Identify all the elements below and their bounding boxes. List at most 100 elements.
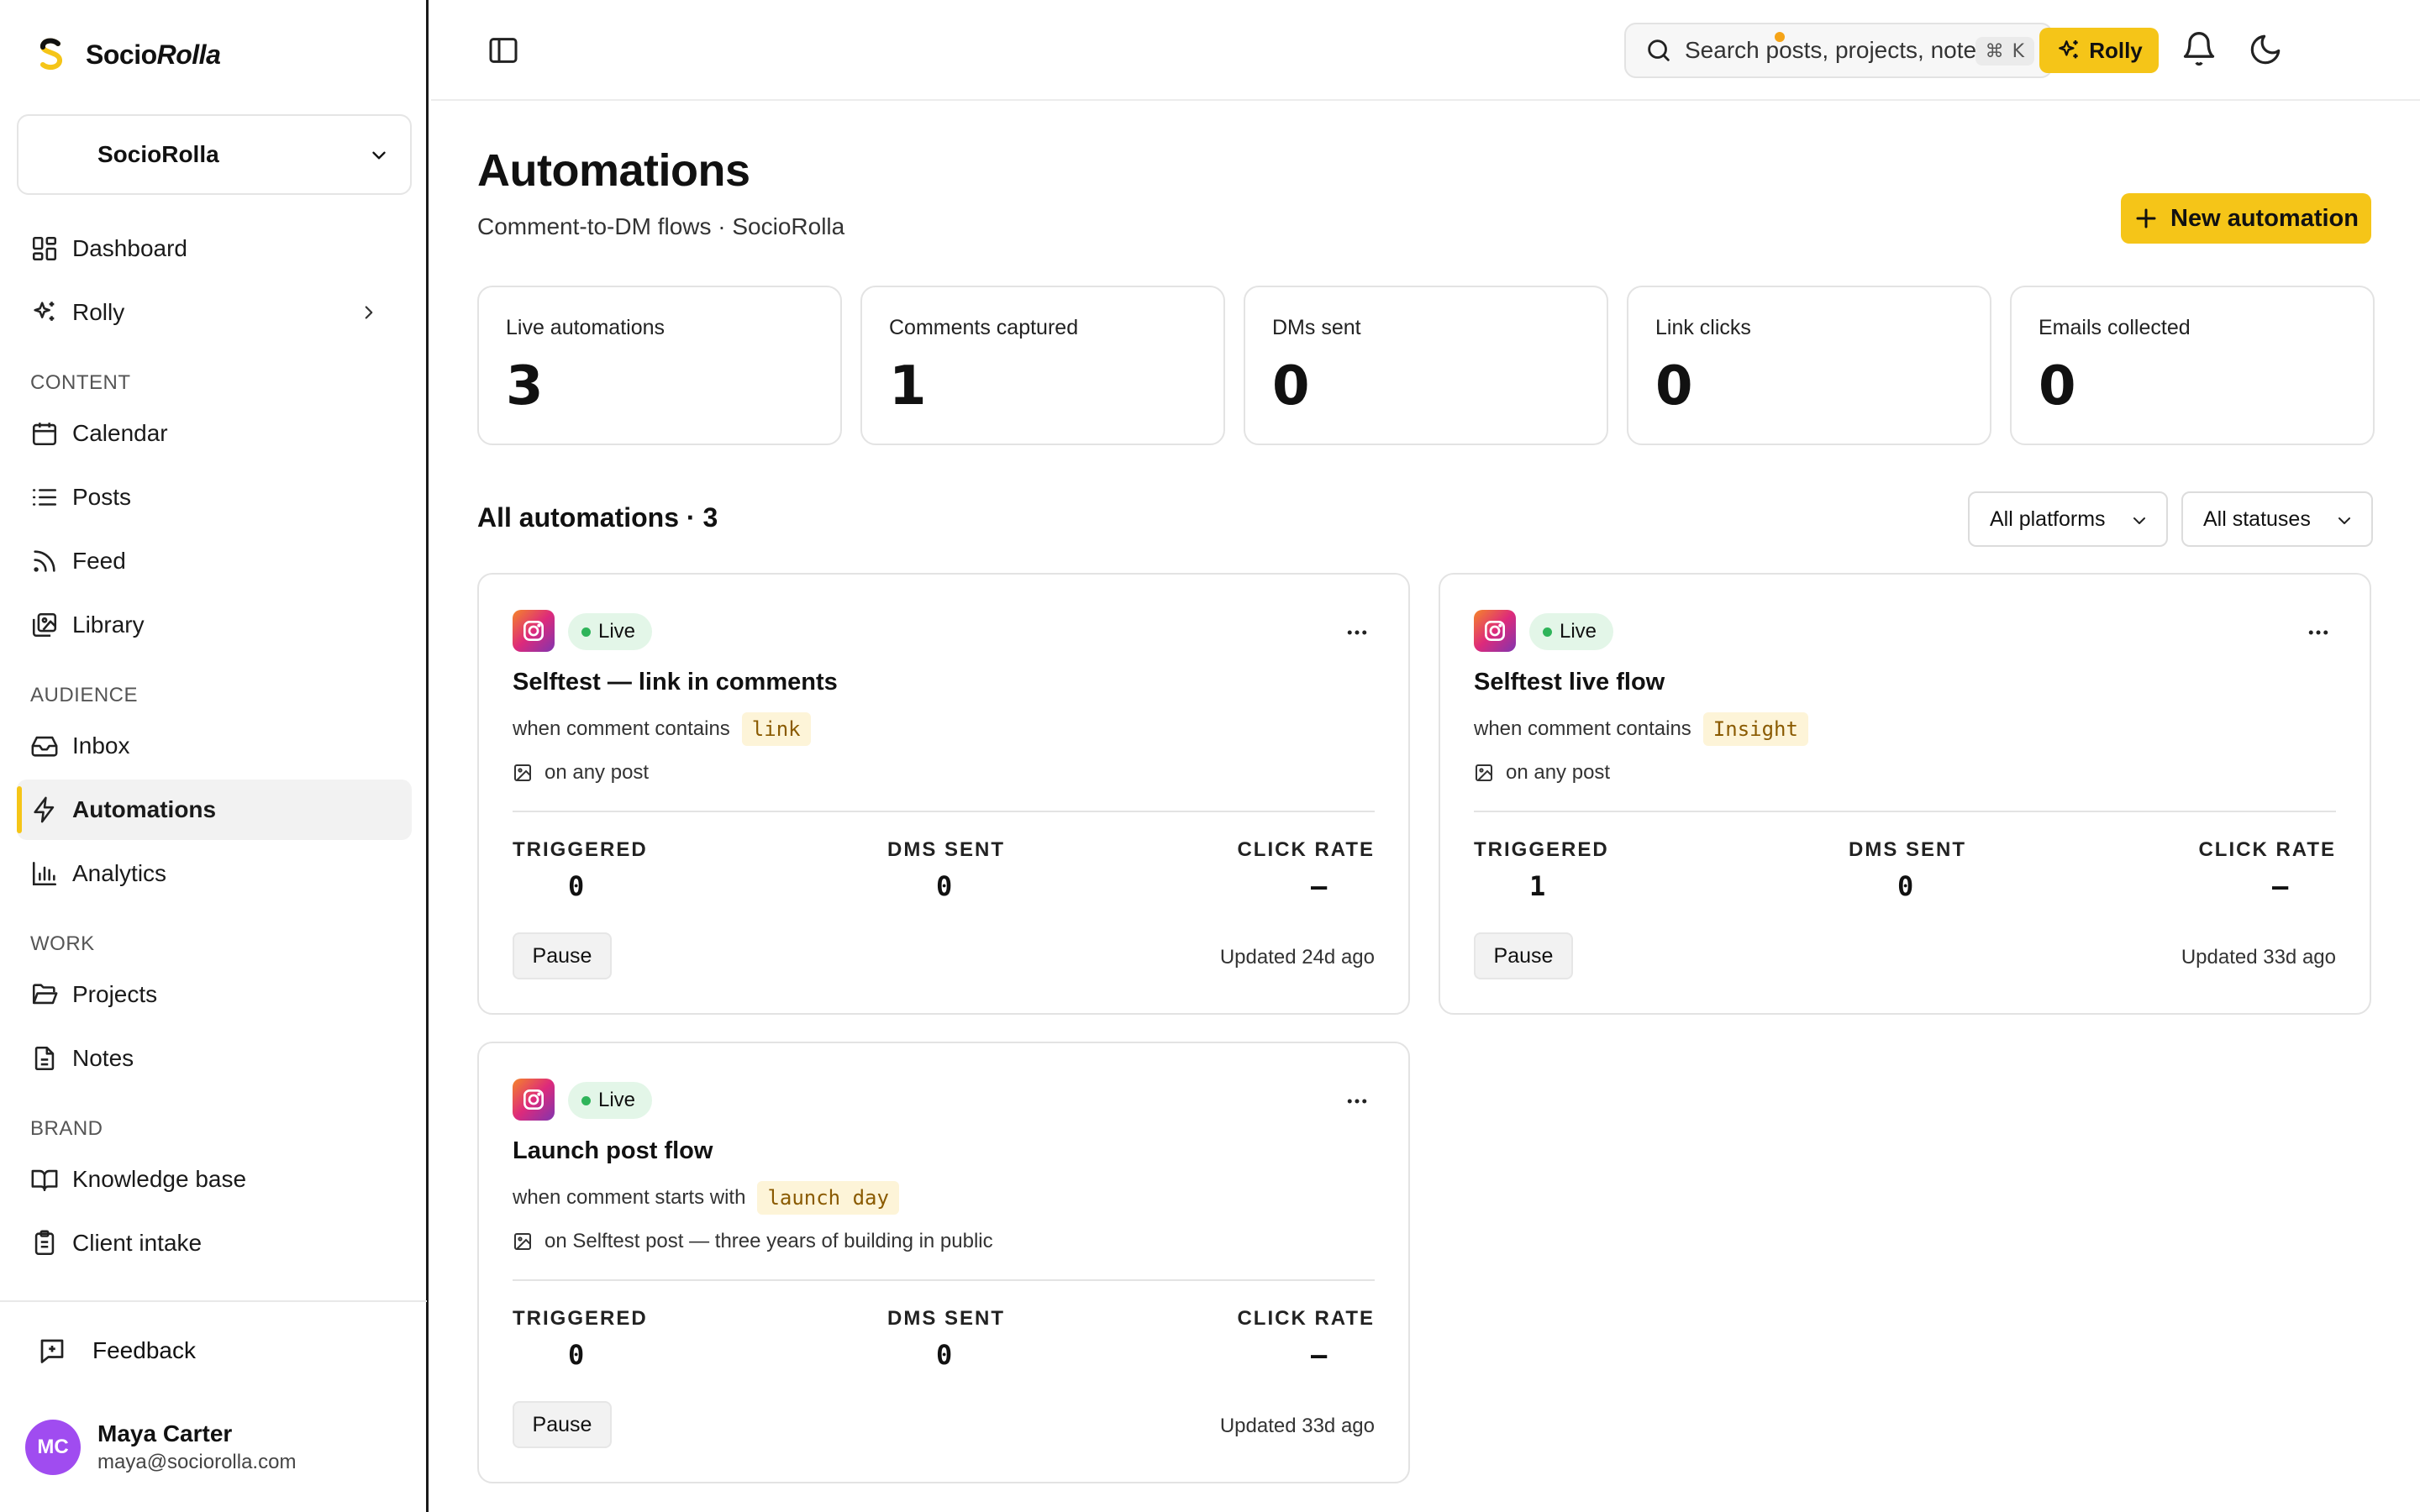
metric-label-click-rate: CLICK RATE — [1237, 838, 1375, 861]
workspace-name: SocioRolla — [97, 141, 219, 167]
more-options-icon[interactable] — [1344, 1089, 1370, 1114]
user-name: Maya Carter — [97, 1420, 233, 1446]
stat-label: Link clicks — [1655, 316, 1751, 339]
sidebar-toggle-icon[interactable] — [487, 34, 520, 67]
sidebar-item-label: Automations — [72, 796, 217, 822]
search-placeholder: Search posts, projects, notes... — [1685, 37, 2008, 63]
sidebar-item-label: Projects — [72, 981, 158, 1007]
sidebar-item-analytics[interactable]: Analytics — [17, 843, 412, 904]
chevron-down-icon — [2338, 517, 2350, 524]
sidebar-item-rolly[interactable]: Rolly — [17, 282, 412, 343]
sidebar-item-knowledge-base[interactable]: Knowledge base — [17, 1149, 412, 1210]
folder-open-icon — [32, 984, 58, 1005]
sidebar-item-feed[interactable]: Feed — [17, 531, 412, 591]
automation-card[interactable]: Live Selftest — link in comments when co… — [477, 573, 1410, 1015]
section-label-audience: AUDIENCE — [30, 684, 139, 706]
metric-label-click-rate: CLICK RATE — [2198, 838, 2336, 861]
status-badge: Live — [568, 1082, 653, 1119]
instagram-icon — [513, 610, 555, 652]
stat-label: Live automations — [506, 316, 666, 339]
automation-card[interactable]: Live Launch post flow when comment start… — [477, 1042, 1410, 1483]
stat-value: 0 — [1272, 355, 1310, 417]
rss-icon — [34, 550, 55, 572]
section-label-content: CONTENT — [30, 371, 131, 394]
image-icon — [1476, 764, 1492, 781]
stat-card-emails-collected: Emails collected 0 — [2010, 286, 2375, 445]
bell-icon[interactable] — [2181, 30, 2217, 67]
pause-button[interactable]: Pause — [513, 1401, 612, 1448]
updated-time: Updated 33d ago — [1219, 1415, 1375, 1437]
platform-filter[interactable]: All platforms — [1968, 491, 2168, 547]
metric-value-triggered: 0 — [568, 1339, 585, 1371]
more-options-icon[interactable] — [2306, 620, 2331, 645]
user-profile[interactable]: MC Maya Carter maya@sociorolla.com — [25, 1420, 296, 1475]
metric-label-triggered: TRIGGERED — [1474, 838, 1609, 861]
stat-value: 0 — [2039, 355, 2076, 417]
sidebar-item-client-intake[interactable]: Client intake — [17, 1213, 412, 1273]
pause-button[interactable]: Pause — [513, 932, 612, 979]
book-open-icon — [31, 1169, 58, 1192]
metric-label-dms-sent: DMS SENT — [887, 1307, 1006, 1330]
metric-value-click-rate: – — [1311, 870, 1328, 902]
trigger-keyword: link — [741, 712, 811, 746]
automation-title: Selftest live flow — [1474, 669, 1665, 696]
stat-value: 1 — [889, 355, 927, 417]
sidebar-item-label: Feed — [72, 548, 126, 574]
brand-name: SocioRolla — [86, 39, 221, 70]
stat-value: 0 — [1655, 355, 1693, 417]
sidebar-item-inbox[interactable]: Inbox — [17, 716, 412, 776]
feedback-icon — [40, 1339, 64, 1363]
trigger-condition: when comment contains link — [513, 712, 811, 746]
chevron-down-icon — [2133, 517, 2145, 524]
metric-value-dms-sent: 0 — [936, 1339, 953, 1371]
sidebar-item-library[interactable]: Library — [17, 595, 412, 655]
sidebar-item-notes[interactable]: Notes — [17, 1028, 412, 1089]
metric-value-click-rate: – — [2272, 870, 2289, 902]
new-automation-button[interactable]: New automation — [2121, 193, 2371, 244]
list-title: All automations · 3 — [477, 502, 718, 533]
metric-value-dms-sent: 0 — [1897, 870, 1914, 902]
trigger-keyword: launch day — [757, 1181, 899, 1215]
metric-label-triggered: TRIGGERED — [513, 1307, 648, 1330]
sidebar-item-projects[interactable]: Projects — [17, 964, 412, 1025]
instagram-icon — [513, 1079, 555, 1121]
sidebar-divider — [0, 1300, 427, 1302]
theme-toggle[interactable] — [2248, 32, 2283, 67]
search-input[interactable]: Search posts, projects, notes... ⌘ K — [1624, 23, 2053, 78]
brand[interactable]: SocioRolla — [32, 35, 221, 74]
rolly-button[interactable]: Rolly — [2039, 28, 2159, 73]
metric-label-click-rate: CLICK RATE — [1237, 1307, 1375, 1330]
feedback-button[interactable]: Feedback — [37, 1336, 196, 1366]
status-filter[interactable]: All statuses — [2181, 491, 2373, 547]
metric-label-dms-sent: DMS SENT — [887, 838, 1006, 861]
sparkles-icon — [34, 302, 55, 321]
sidebar-item-calendar[interactable]: Calendar — [17, 403, 412, 464]
stat-card-comments-captured: Comments captured 1 — [860, 286, 1225, 445]
sidebar-item-label: Client intake — [72, 1230, 203, 1256]
sidebar-item-label: Dashboard — [72, 235, 187, 261]
status-badge: Live — [1529, 613, 1614, 650]
pause-button[interactable]: Pause — [1474, 932, 1573, 979]
sidebar-item-automations[interactable]: Automations — [17, 780, 412, 840]
metric-value-dms-sent: 0 — [936, 870, 953, 902]
workspace-select[interactable]: SocioRolla — [17, 114, 412, 195]
image-icon — [514, 1233, 531, 1250]
list-icon — [32, 489, 57, 506]
topbar: Search posts, projects, notes... ⌘ K Roll… — [431, 0, 2420, 101]
metric-label-dms-sent: DMS SENT — [1849, 838, 1967, 861]
clipboard-icon — [34, 1230, 55, 1256]
page-subtitle: Comment-to-DM flows · SocioRolla — [477, 213, 845, 239]
automation-card[interactable]: Live Selftest live flow when comment con… — [1439, 573, 2371, 1015]
sparkles-icon — [2059, 40, 2078, 59]
stat-label: Comments captured — [889, 316, 1079, 339]
updated-time: Updated 33d ago — [2181, 946, 2336, 969]
status-filter-value: All statuses — [2203, 507, 2311, 531]
avatar: MC — [25, 1420, 81, 1475]
search-icon — [1648, 39, 1670, 61]
sidebar-item-dashboard[interactable]: Dashboard — [17, 218, 412, 279]
rolly-button-label: Rolly — [2089, 37, 2143, 63]
automation-title: Selftest — link in comments — [513, 669, 838, 696]
stat-card-dms-sent: DMs sent 0 — [1244, 286, 1608, 445]
more-options-icon[interactable] — [1344, 620, 1370, 645]
sidebar-item-posts[interactable]: Posts — [17, 467, 412, 528]
